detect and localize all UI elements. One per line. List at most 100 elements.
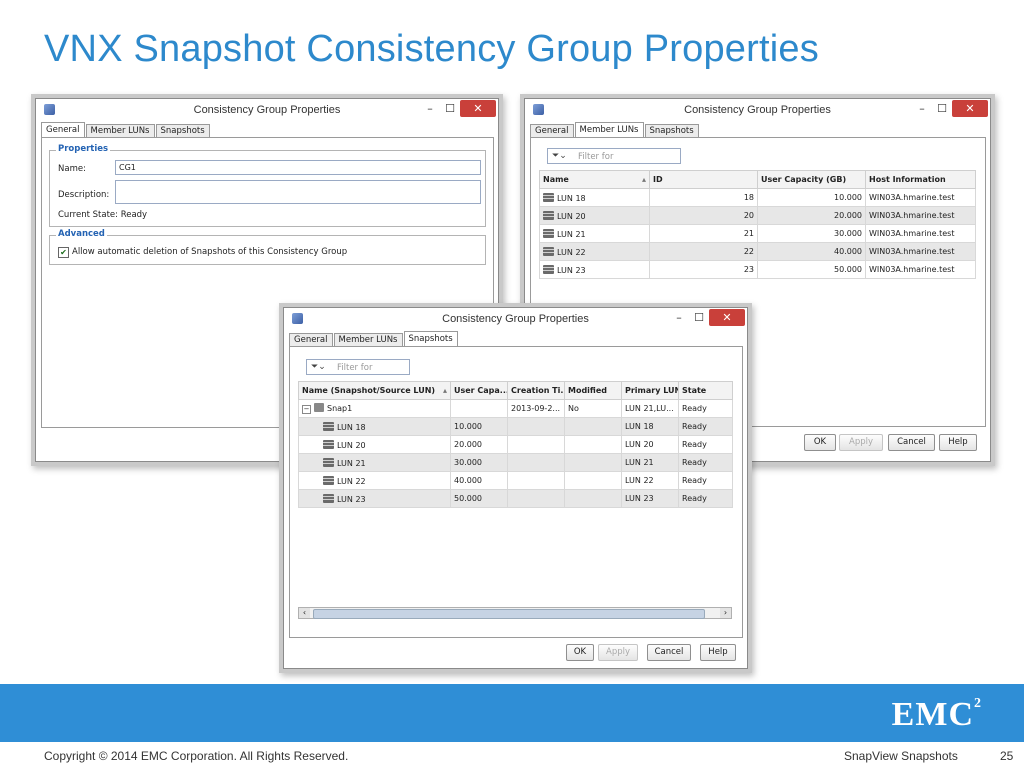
titlebar: Consistency Group Properties – ☐ ✕ bbox=[525, 99, 990, 119]
lun-icon bbox=[323, 457, 334, 467]
table-row[interactable]: LUN 20 20.000 LUN 20 Ready bbox=[298, 435, 733, 454]
column-header-creation-time[interactable]: Creation Ti... bbox=[507, 381, 565, 400]
snapshot-row[interactable]: − Snap1 2013-09-2... No LUN 21,LU... Read… bbox=[298, 399, 733, 418]
auto-delete-checkbox[interactable]: ✔ bbox=[58, 247, 69, 258]
close-button[interactable]: ✕ bbox=[952, 100, 988, 117]
filter-icon[interactable]: ⏷⌄ bbox=[311, 362, 326, 372]
collapse-icon[interactable]: − bbox=[302, 405, 311, 414]
ok-button[interactable]: OK bbox=[566, 644, 594, 661]
lun-icon bbox=[543, 228, 554, 238]
snapshots-table: Name (Snapshot/Source LUN) ▴ User Capa...… bbox=[298, 381, 733, 508]
tab-bar: General Member LUNs Snapshots bbox=[289, 331, 459, 347]
scroll-right-icon[interactable]: › bbox=[720, 608, 731, 618]
lun-icon bbox=[323, 493, 334, 503]
footer-band: EMC2 bbox=[0, 684, 1024, 742]
name-field[interactable]: CG1 bbox=[115, 160, 481, 175]
apply-button[interactable]: Apply bbox=[598, 644, 638, 661]
tab-member-luns[interactable]: Member LUNs bbox=[333, 333, 403, 347]
advanced-group: Advanced ✔ Allow automatic deletion of S… bbox=[49, 229, 486, 265]
column-header-modified[interactable]: Modified bbox=[564, 381, 622, 400]
table-row[interactable]: LUN 23 23 50.000 WIN03A.hmarine.test bbox=[539, 260, 976, 279]
lun-icon bbox=[543, 210, 554, 220]
member-luns-table: Name ▴ ID User Capacity (GB) Host Informa… bbox=[539, 170, 976, 279]
properties-legend: Properties bbox=[56, 144, 111, 154]
snapshots-window: Consistency Group Properties – ☐ ✕ Gener… bbox=[283, 307, 748, 669]
lun-icon bbox=[543, 246, 554, 256]
filter-box[interactable]: ⏷⌄ Filter for bbox=[547, 148, 681, 164]
table-row[interactable]: LUN 20 20 20.000 WIN03A.hmarine.test bbox=[539, 206, 976, 225]
auto-delete-label: Allow automatic deletion of Snapshots of… bbox=[72, 247, 348, 257]
lun-icon bbox=[323, 421, 334, 431]
column-header-capacity[interactable]: User Capa... bbox=[450, 381, 508, 400]
filter-placeholder: Filter for bbox=[337, 363, 373, 373]
emc-logo: EMC2 bbox=[891, 696, 982, 733]
page-number: 25 bbox=[1000, 749, 1014, 763]
column-header-primary-lun[interactable]: Primary LUN bbox=[621, 381, 679, 400]
minimize-button[interactable]: – bbox=[912, 100, 932, 117]
copyright: Copyright © 2014 EMC Corporation. All Ri… bbox=[44, 749, 349, 763]
tab-bar: General Member LUNs Snapshots bbox=[530, 122, 700, 138]
table-row[interactable]: LUN 22 40.000 LUN 22 Ready bbox=[298, 471, 733, 490]
tab-general[interactable]: General bbox=[289, 333, 333, 347]
column-header-host[interactable]: Host Information bbox=[865, 170, 976, 189]
tab-bar: General Member LUNs Snapshots bbox=[41, 122, 211, 138]
description-field[interactable] bbox=[115, 180, 481, 204]
sort-asc-icon: ▴ bbox=[442, 386, 447, 395]
close-button[interactable]: ✕ bbox=[460, 100, 496, 117]
description-label: Description: bbox=[58, 190, 110, 200]
table-row[interactable]: LUN 18 10.000 LUN 18 Ready bbox=[298, 417, 733, 436]
column-header-name[interactable]: Name (Snapshot/Source LUN) ▴ bbox=[298, 381, 451, 400]
tab-general[interactable]: General bbox=[530, 124, 574, 138]
help-button[interactable]: Help bbox=[700, 644, 736, 661]
column-header-state[interactable]: State bbox=[678, 381, 733, 400]
column-header-capacity[interactable]: User Capacity (GB) bbox=[757, 170, 866, 189]
titlebar: Consistency Group Properties – ☐ ✕ bbox=[284, 308, 747, 328]
scroll-left-icon[interactable]: ‹ bbox=[299, 608, 310, 618]
lun-icon bbox=[543, 264, 554, 274]
cancel-button[interactable]: Cancel bbox=[888, 434, 935, 451]
maximize-button[interactable]: ☐ bbox=[440, 100, 460, 117]
table-row[interactable]: LUN 21 21 30.000 WIN03A.hmarine.test bbox=[539, 224, 976, 243]
apply-button[interactable]: Apply bbox=[839, 434, 883, 451]
properties-group: Properties Name: CG1 Description: Curren… bbox=[49, 144, 486, 227]
table-row[interactable]: LUN 22 22 40.000 WIN03A.hmarine.test bbox=[539, 242, 976, 261]
snapshot-icon bbox=[314, 403, 324, 412]
column-header-name[interactable]: Name ▴ bbox=[539, 170, 650, 189]
close-button[interactable]: ✕ bbox=[709, 309, 745, 326]
tab-snapshots[interactable]: Snapshots bbox=[403, 331, 458, 347]
sort-asc-icon: ▴ bbox=[641, 175, 646, 184]
table-header: Name (Snapshot/Source LUN) ▴ User Capa...… bbox=[298, 381, 733, 400]
tab-member-luns[interactable]: Member LUNs bbox=[574, 122, 644, 138]
tab-member-luns[interactable]: Member LUNs bbox=[85, 124, 155, 138]
column-header-id[interactable]: ID bbox=[649, 170, 758, 189]
filter-box[interactable]: ⏷⌄ Filter for bbox=[306, 359, 410, 375]
tab-general[interactable]: General bbox=[41, 122, 85, 138]
lun-icon bbox=[323, 439, 334, 449]
slide-title: VNX Snapshot Consistency Group Propertie… bbox=[44, 28, 819, 70]
filter-placeholder: Filter for bbox=[578, 152, 614, 162]
section-name: SnapView Snapshots bbox=[844, 749, 958, 763]
minimize-button[interactable]: – bbox=[669, 309, 689, 326]
table-header: Name ▴ ID User Capacity (GB) Host Informa… bbox=[539, 170, 976, 189]
tab-snapshots[interactable]: Snapshots bbox=[644, 124, 699, 138]
horizontal-scrollbar[interactable]: ‹ › bbox=[298, 607, 732, 619]
titlebar: Consistency Group Properties – ☐ ✕ bbox=[36, 99, 498, 119]
table-row[interactable]: LUN 18 18 10.000 WIN03A.hmarine.test bbox=[539, 188, 976, 207]
lun-icon bbox=[323, 475, 334, 485]
maximize-button[interactable]: ☐ bbox=[932, 100, 952, 117]
table-row[interactable]: LUN 21 30.000 LUN 21 Ready bbox=[298, 453, 733, 472]
help-button[interactable]: Help bbox=[939, 434, 977, 451]
tab-snapshots[interactable]: Snapshots bbox=[155, 124, 210, 138]
scroll-thumb[interactable] bbox=[313, 609, 705, 619]
maximize-button[interactable]: ☐ bbox=[689, 309, 709, 326]
snapshots-panel: ⏷⌄ Filter for Name (Snapshot/Source LUN)… bbox=[289, 346, 743, 638]
filter-icon[interactable]: ⏷⌄ bbox=[552, 151, 567, 161]
name-label: Name: bbox=[58, 164, 86, 174]
advanced-legend: Advanced bbox=[56, 229, 107, 239]
lun-icon bbox=[543, 192, 554, 202]
ok-button[interactable]: OK bbox=[804, 434, 836, 451]
table-row[interactable]: LUN 23 50.000 LUN 23 Ready bbox=[298, 489, 733, 508]
cancel-button[interactable]: Cancel bbox=[647, 644, 691, 661]
current-state: Current State: Ready bbox=[58, 210, 148, 220]
minimize-button[interactable]: – bbox=[420, 100, 440, 117]
